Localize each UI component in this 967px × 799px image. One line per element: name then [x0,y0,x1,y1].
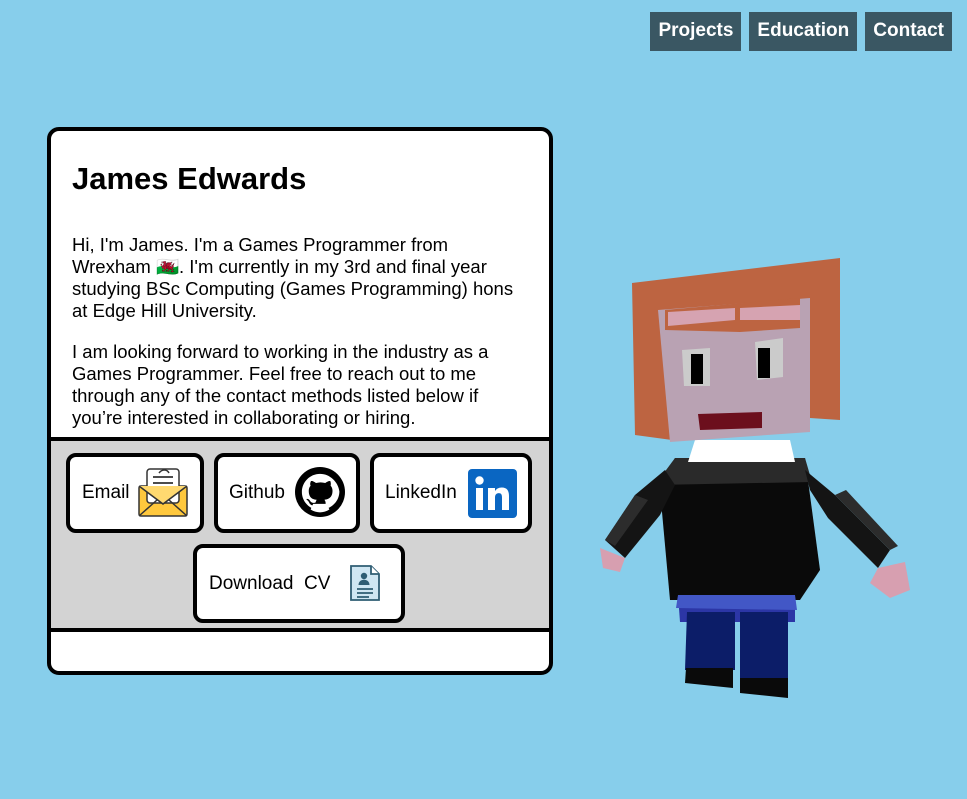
nav-contact-link[interactable]: Contact [865,12,952,51]
github-octocat-icon [295,467,345,523]
envelope-letter-icon [137,466,189,524]
linkedin-logo-icon [468,469,517,524]
resume-document-icon [349,564,381,608]
contact-links-panel: Email Github LinkedIn Download CV [51,437,549,632]
download-cv-button[interactable]: Download CV [193,544,405,623]
github-button[interactable]: Github [214,453,360,533]
voxel-avatar-3d-model[interactable] [590,250,920,715]
profile-name: James Edwards [72,161,307,196]
profile-intro: James Edwards Hi, I'm James. I'm a Games… [51,131,549,428]
linkedin-button[interactable]: LinkedIn [370,453,532,533]
goals-paragraph: I am looking forward to working in the i… [72,341,489,428]
download-cv-label: Download CV [209,572,331,594]
intro-paragraph: Hi, I'm James. I'm a Games Programmer fr… [72,234,514,321]
github-label: Github [229,482,285,503]
top-nav: Projects Education Contact [650,12,952,51]
profile-card: James Edwards Hi, I'm James. I'm a Games… [47,127,553,675]
email-button[interactable]: Email [66,453,204,533]
linkedin-label: LinkedIn [385,482,457,503]
nav-education-link[interactable]: Education [749,12,858,51]
email-label: Email [82,482,130,503]
nav-projects-link[interactable]: Projects [650,12,742,51]
